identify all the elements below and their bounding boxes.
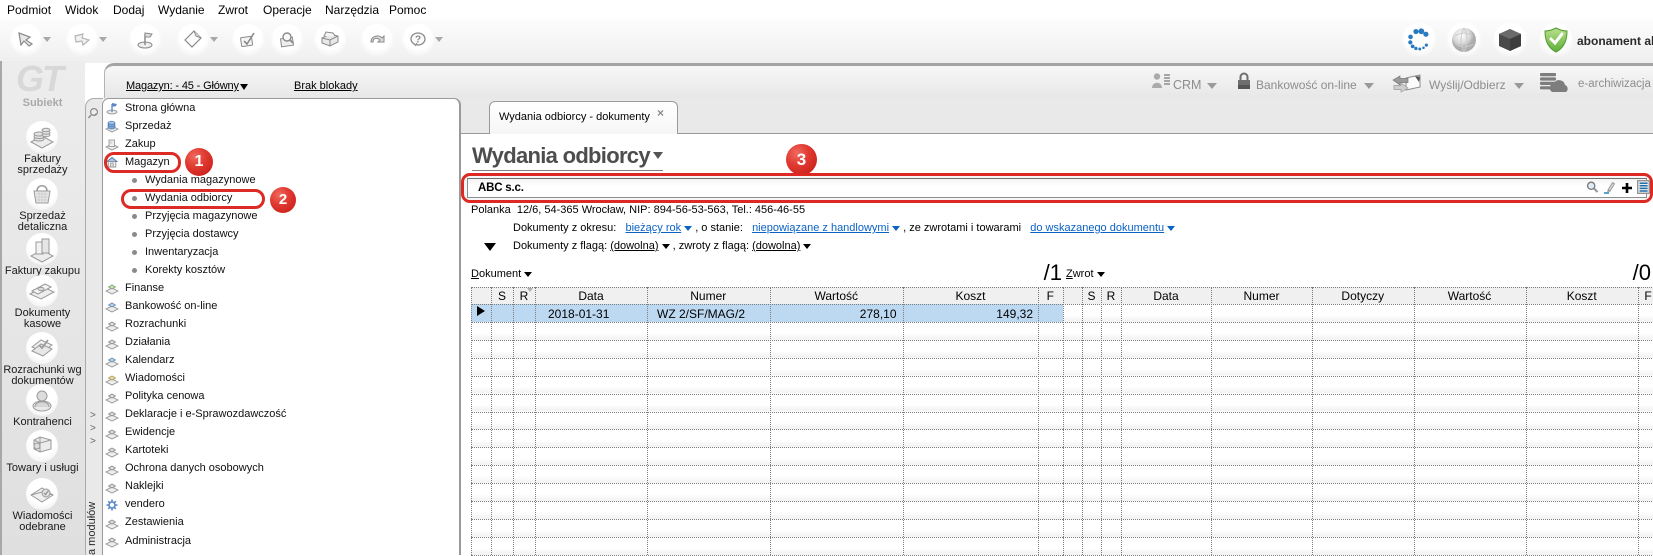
svg-text:?: ? [415, 35, 421, 46]
